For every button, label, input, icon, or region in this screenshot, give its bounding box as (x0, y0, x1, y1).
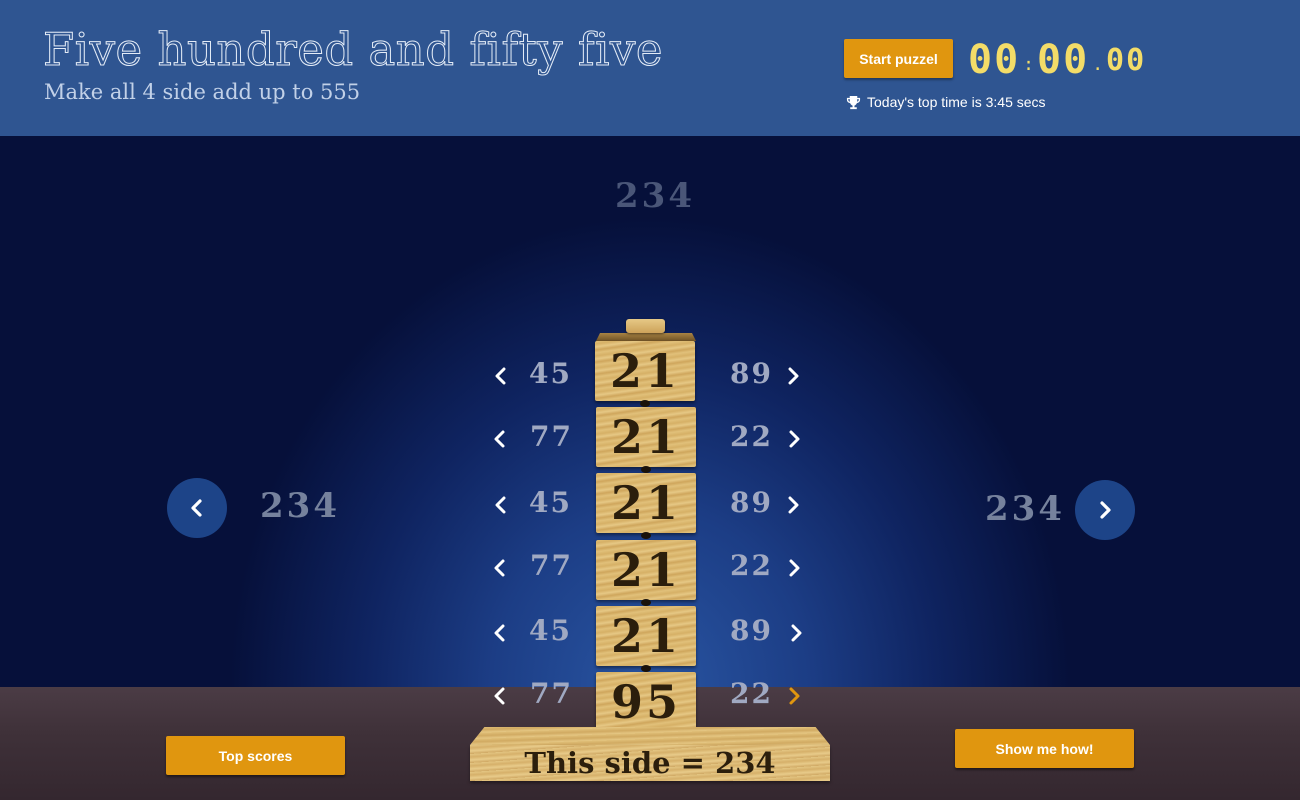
row-1-tile[interactable]: 21 (595, 341, 695, 407)
row-3-right-value: 89 (730, 486, 773, 519)
row-1-left-value: 45 (529, 357, 572, 390)
row-1-next-button[interactable] (785, 364, 803, 388)
show-me-how-button[interactable]: Show me how! (955, 729, 1134, 768)
row-1-right-value: 89 (730, 357, 773, 390)
chevron-right-icon (791, 624, 802, 642)
chevron-left-icon (495, 496, 506, 514)
row-6-left-value: 77 (530, 677, 573, 710)
left-side-value: 234 (260, 486, 340, 526)
tower-base-top (470, 727, 830, 745)
timer-dot: . (1092, 53, 1104, 75)
rotate-left-button[interactable] (167, 478, 227, 538)
row-2-prev-button[interactable] (490, 427, 508, 451)
row-4-right-value: 22 (730, 549, 773, 582)
row-4-left-value: 77 (530, 549, 573, 582)
row-6-prev-button[interactable] (490, 684, 508, 708)
chevron-right-icon (788, 367, 799, 385)
timer-seconds: 00 (1037, 37, 1090, 83)
row-2-left-value: 77 (530, 420, 573, 453)
header-bar: Five hundred and fifty five Make all 4 s… (0, 0, 1300, 136)
row-5-right-value: 89 (730, 614, 773, 647)
chevron-left-icon (494, 559, 505, 577)
row-6-next-button[interactable] (786, 684, 804, 708)
timer-colon: : (1023, 53, 1035, 75)
chevron-right-icon (1100, 501, 1111, 519)
row-6-right-value: 22 (730, 677, 773, 710)
row-2-right-value: 22 (730, 420, 773, 453)
timer-hundredths: 00 (1106, 42, 1147, 78)
chevron-left-icon (191, 499, 202, 517)
right-side-value: 234 (985, 489, 1065, 529)
top-scores-button[interactable]: Top scores (166, 736, 345, 775)
row-4-tile[interactable]: 21 (596, 540, 696, 606)
row-2-tile[interactable]: 21 (596, 407, 696, 473)
row-4-next-button[interactable] (786, 556, 804, 580)
chevron-right-icon (789, 687, 800, 705)
chevron-left-icon (495, 367, 506, 385)
start-puzzle-button[interactable]: Start puzzel (844, 39, 953, 78)
row-3-prev-button[interactable] (491, 493, 509, 517)
row-2-next-button[interactable] (786, 427, 804, 451)
chevron-right-icon (789, 559, 800, 577)
top-side-value: 234 (615, 176, 695, 216)
timer-display: 00 : 00 . 00 (968, 37, 1147, 83)
row-5-tile[interactable]: 21 (596, 606, 696, 672)
chevron-left-icon (494, 687, 505, 705)
row-6-tile[interactable]: 95 (596, 672, 696, 738)
tower-cap-base (596, 333, 696, 341)
row-4-prev-button[interactable] (490, 556, 508, 580)
tower-cap (626, 319, 665, 333)
chevron-right-icon (788, 496, 799, 514)
row-5-left-value: 45 (529, 614, 572, 647)
chevron-left-icon (494, 624, 505, 642)
row-5-prev-button[interactable] (490, 621, 508, 645)
timer-minutes: 00 (968, 37, 1021, 83)
puzzle-subtitle: Make all 4 side add up to 555 (44, 80, 361, 104)
row-3-next-button[interactable] (785, 493, 803, 517)
puzzle-title: Five hundred and fifty five (42, 23, 664, 76)
row-1-prev-button[interactable] (491, 364, 509, 388)
rotate-right-button[interactable] (1075, 480, 1135, 540)
top-time-info: Today's top time is 3:45 secs (846, 92, 1046, 112)
row-3-tile[interactable]: 21 (596, 473, 696, 539)
tower-base: This side = 234 (470, 727, 830, 781)
trophy-icon (846, 95, 861, 109)
side-total-label: This side = 234 (470, 745, 830, 781)
chevron-right-icon (789, 430, 800, 448)
row-5-next-button[interactable] (788, 621, 806, 645)
top-time-text: Today's top time is 3:45 secs (867, 94, 1046, 110)
row-3-left-value: 45 (529, 486, 572, 519)
chevron-left-icon (494, 430, 505, 448)
